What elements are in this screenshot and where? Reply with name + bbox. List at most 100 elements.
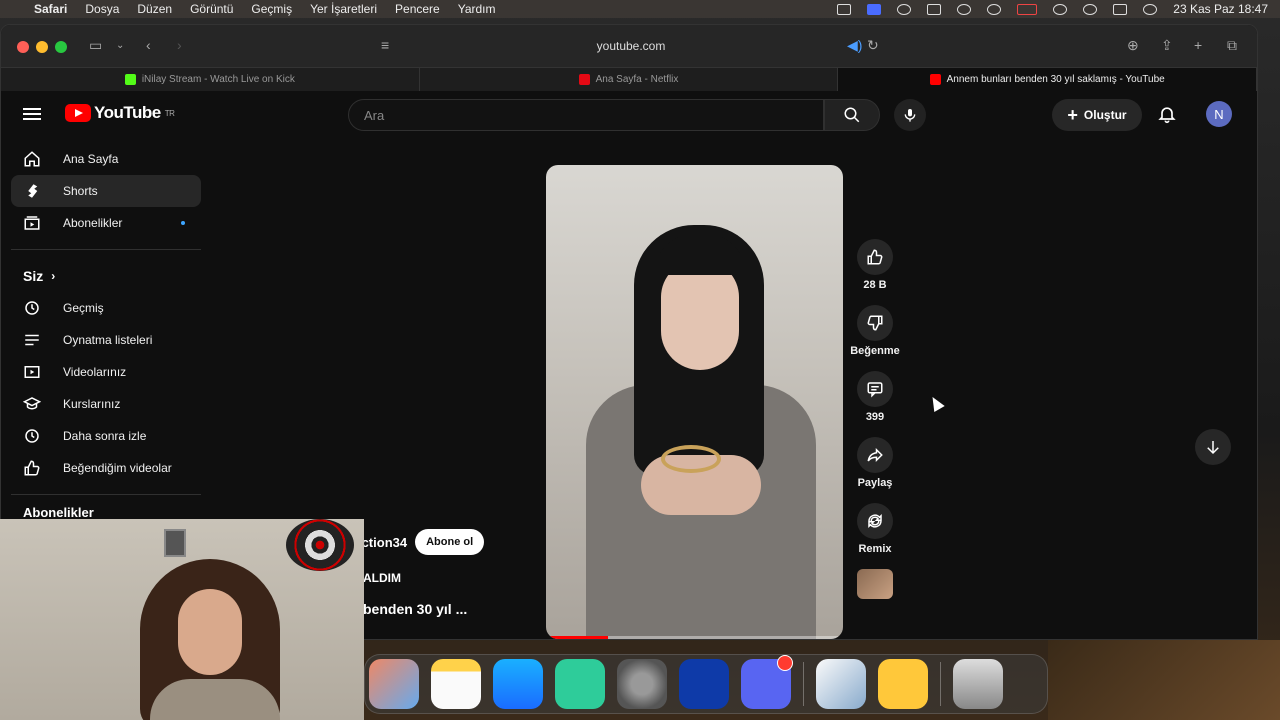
wall-picture (164, 529, 186, 557)
status-area: 23 Kas Paz 18:47 (837, 0, 1268, 18)
sidebar-item-courses[interactable]: Kurslarınız (11, 388, 201, 420)
menu-view[interactable]: Görüntü (190, 2, 233, 16)
notes-icon[interactable] (431, 659, 481, 709)
sidebar-item-your-videos[interactable]: Videolarınız (11, 356, 201, 388)
zoom-button[interactable] (55, 41, 67, 53)
battery-icon[interactable] (1017, 3, 1038, 15)
remix-button[interactable]: Remix (845, 503, 905, 555)
download-icon[interactable]: ⊕ (1127, 37, 1139, 54)
video-bracelets (661, 445, 721, 473)
notifications-button[interactable] (1157, 104, 1177, 129)
sound-thumbnail[interactable] (857, 569, 893, 599)
search-button[interactable] (824, 99, 880, 131)
subscribe-button[interactable]: Abone ol (415, 529, 485, 555)
close-button[interactable] (17, 41, 29, 53)
play-icon[interactable] (987, 3, 1002, 15)
freeform-icon[interactable] (816, 659, 866, 709)
next-video-button[interactable] (1195, 429, 1231, 465)
sidebar-toggle-icon[interactable]: ▭ (89, 37, 102, 54)
sidebar-item-home[interactable]: Ana Sayfa (11, 143, 201, 175)
sidebar-item-liked-videos[interactable]: Beğendiğim videolar (11, 452, 201, 484)
discord-icon[interactable] (741, 655, 793, 709)
headphones-icon[interactable] (957, 3, 972, 15)
sidebar-item-label: Shorts (63, 184, 98, 198)
menu-icon[interactable] (23, 105, 41, 123)
chevron-right-icon: › (51, 269, 56, 283)
subscriptions-icon (23, 214, 41, 232)
video-title-line2[interactable]: benden 30 yıl ... (363, 601, 467, 617)
sidebar-item-history[interactable]: Geçmiş (11, 292, 201, 324)
address-bar[interactable]: youtube.com (381, 33, 881, 59)
tab-youtube[interactable]: Annem bunları benden 30 yıl saklamış - Y… (838, 68, 1257, 91)
sidebar-you-header[interactable]: Siz › (11, 260, 201, 292)
tab-overview-icon[interactable]: ⧉ (1227, 37, 1237, 54)
spotlight-icon[interactable] (1083, 3, 1098, 15)
short-video-player[interactable] (546, 165, 843, 639)
kick-icon (124, 74, 136, 85)
control-center-icon[interactable] (1113, 3, 1128, 15)
voice-search-button[interactable] (894, 99, 926, 131)
menu-window[interactable]: Pencere (395, 2, 440, 16)
tips-icon[interactable] (878, 659, 928, 709)
shorts-icon (23, 182, 41, 200)
share-label: Paylaş (857, 477, 893, 489)
wifi-icon[interactable] (1053, 3, 1068, 15)
new-tab-icon[interactable]: + (1194, 37, 1202, 53)
create-button[interactable]: + Oluştur (1052, 99, 1142, 131)
dock (364, 654, 1048, 714)
sidebar-item-shorts[interactable]: Shorts (11, 175, 201, 207)
browser-toolbar: ▭ ⌄ ‹ › ≡ youtube.com ◀) ↻ ⊕ ⇪ + ⧉ (1, 25, 1257, 67)
settings-icon[interactable] (617, 659, 667, 709)
menu-help[interactable]: Yardım (458, 2, 496, 16)
sidebar-divider (11, 249, 201, 250)
screen-share-icon[interactable] (837, 3, 852, 15)
tab-netflix[interactable]: Ana Sayfa - Netflix (420, 68, 839, 91)
menu-file[interactable]: Dosya (85, 2, 119, 16)
sidebar-item-playlists[interactable]: Oynatma listeleri (11, 324, 201, 356)
courses-icon (23, 395, 41, 413)
menu-edit[interactable]: Düzen (137, 2, 172, 16)
menu-safari[interactable]: Safari (34, 2, 67, 16)
tab-title: iNilay Stream - Watch Live on Kick (141, 74, 295, 85)
forward-icon[interactable]: › (177, 37, 182, 53)
share-button[interactable]: Paylaş (845, 437, 905, 489)
menu-history[interactable]: Geçmiş (251, 2, 292, 16)
share-icon[interactable]: ⇪ (1161, 37, 1173, 54)
screen-record-icon[interactable] (867, 3, 882, 15)
cloud-icon[interactable] (897, 3, 912, 15)
sidebar-subscriptions-header[interactable]: Abonelikler (11, 505, 201, 520)
search-input[interactable]: Ara (348, 99, 824, 131)
logo-text: YouTube (94, 103, 161, 122)
audio-icon[interactable]: ◀) (847, 37, 862, 54)
sidebar-item-label: Oynatma listeleri (63, 333, 153, 347)
youtube-logo[interactable]: YouTube TR (65, 103, 175, 123)
minimize-button[interactable] (36, 41, 48, 53)
chevron-down-icon[interactable]: ⌄ (116, 40, 124, 51)
dartboard (286, 519, 354, 571)
history-icon (23, 299, 41, 317)
back-icon[interactable]: ‹ (146, 37, 151, 53)
trash-icon[interactable] (953, 659, 1003, 709)
teamviewer-icon[interactable] (679, 659, 729, 709)
display-icon[interactable] (927, 3, 942, 15)
sidebar-item-subscriptions[interactable]: Abonelikler (11, 207, 201, 239)
reload-icon[interactable]: ↻ (867, 37, 879, 54)
new-content-dot (181, 221, 185, 225)
sidebar-item-label: Kurslarınız (63, 397, 121, 411)
comments-button[interactable]: 399 (845, 371, 905, 423)
terminal-icon[interactable] (555, 659, 605, 709)
dislike-icon (857, 305, 893, 341)
sidebar-item-watch-later[interactable]: Daha sonra izle (11, 420, 201, 452)
launchpad-icon[interactable] (369, 659, 419, 709)
clock[interactable]: 23 Kas Paz 18:47 (1173, 2, 1268, 16)
like-button[interactable]: 28 B (845, 239, 905, 291)
sidebar-item-label: Beğendiğim videolar (63, 461, 172, 475)
video-progress-bar[interactable] (546, 636, 843, 639)
app-store-icon[interactable] (493, 659, 543, 709)
avatar[interactable]: N (1206, 101, 1232, 127)
tab-kick[interactable]: iNilay Stream - Watch Live on Kick (1, 68, 420, 91)
siri-icon[interactable] (1143, 3, 1158, 15)
dislike-button[interactable]: Beğenme (845, 305, 905, 357)
comment-count: 399 (865, 411, 885, 423)
menu-bookmarks[interactable]: Yer İşaretleri (310, 2, 377, 16)
